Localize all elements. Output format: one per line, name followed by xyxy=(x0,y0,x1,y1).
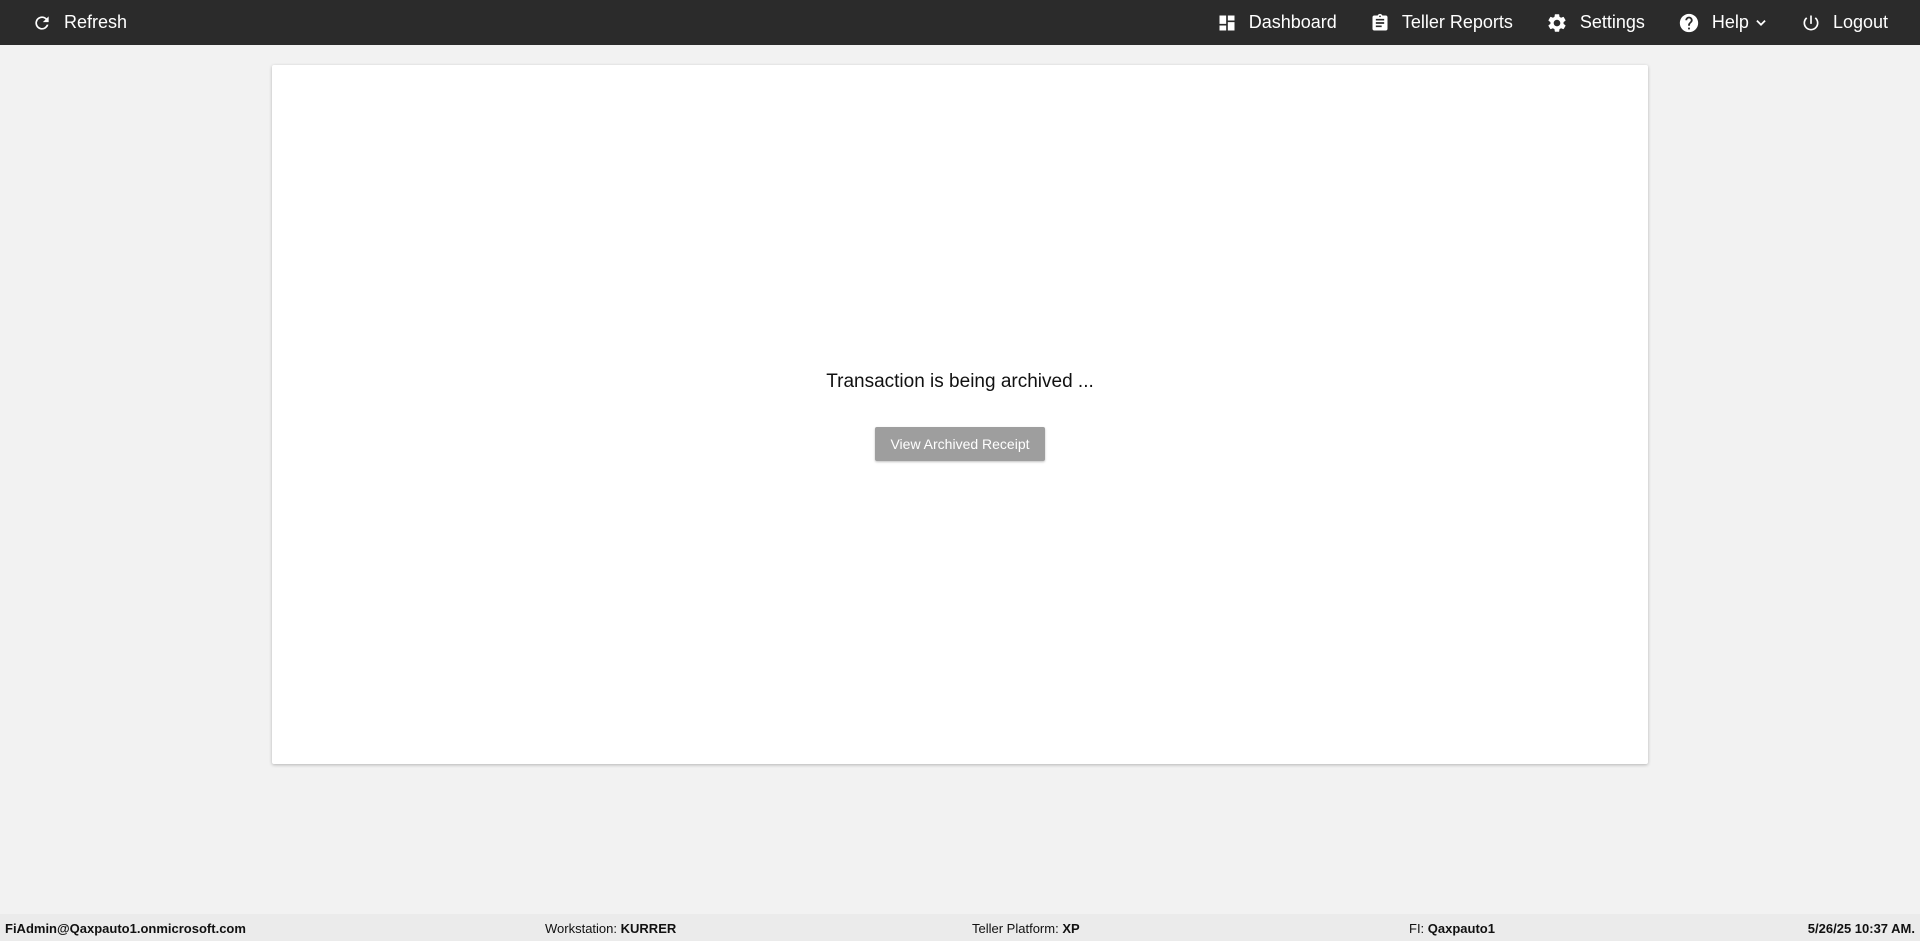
footer-workstation: Workstation: KURRER xyxy=(545,921,676,936)
main-nav: Dashboard Teller Reports Settings Help L… xyxy=(1217,0,1888,45)
power-icon xyxy=(1801,13,1821,33)
footer-workstation-value: KURRER xyxy=(620,921,677,936)
footer-user: FiAdmin@Qaxpauto1.onmicrosoft.com xyxy=(5,921,246,936)
footer-datetime-value: 5/26/25 10:37 AM. xyxy=(1807,921,1915,936)
dashboard-icon xyxy=(1217,13,1237,33)
refresh-button[interactable]: Refresh xyxy=(32,0,127,45)
help-circle-icon xyxy=(1678,12,1700,34)
nav-dashboard[interactable]: Dashboard xyxy=(1217,0,1337,45)
nav-logout[interactable]: Logout xyxy=(1801,0,1888,45)
footer-platform-label: Teller Platform: xyxy=(972,921,1059,936)
footer-fi-value: Qaxpauto1 xyxy=(1427,921,1495,936)
nav-settings-label: Settings xyxy=(1579,12,1645,32)
footer-fi: FI: Qaxpauto1 xyxy=(1409,921,1495,936)
footer-platform: Teller Platform: XP xyxy=(972,921,1080,936)
archive-status-message: Transaction is being archived ... xyxy=(826,371,1094,392)
footer-datetime: 5/26/25 10:37 AM. xyxy=(1808,921,1915,936)
clipboard-icon xyxy=(1370,13,1390,33)
nav-logout-label: Logout xyxy=(1832,12,1888,32)
status-footer: FiAdmin@Qaxpauto1.onmicrosoft.com Workst… xyxy=(0,914,1920,941)
chevron-down-icon xyxy=(1754,16,1768,30)
refresh-label: Refresh xyxy=(64,12,128,32)
nav-help[interactable]: Help xyxy=(1678,0,1768,45)
nav-settings[interactable]: Settings xyxy=(1546,0,1645,45)
nav-help-label: Help xyxy=(1711,12,1749,32)
gear-icon xyxy=(1546,12,1568,34)
nav-teller-reports-label: Teller Reports xyxy=(1401,12,1513,32)
archive-status-panel: Transaction is being archived ... View A… xyxy=(272,65,1648,764)
footer-user-value: FiAdmin@Qaxpauto1.onmicrosoft.com xyxy=(5,921,246,936)
top-navigation-bar: Refresh Dashboard Teller Reports Setting… xyxy=(0,0,1920,45)
footer-platform-value: XP xyxy=(1062,921,1080,936)
footer-fi-label: FI: xyxy=(1409,921,1425,936)
footer-workstation-label: Workstation: xyxy=(545,921,618,936)
nav-teller-reports[interactable]: Teller Reports xyxy=(1370,0,1513,45)
nav-dashboard-label: Dashboard xyxy=(1248,12,1337,32)
refresh-icon xyxy=(32,13,52,33)
view-archived-receipt-button[interactable]: View Archived Receipt xyxy=(875,427,1045,461)
